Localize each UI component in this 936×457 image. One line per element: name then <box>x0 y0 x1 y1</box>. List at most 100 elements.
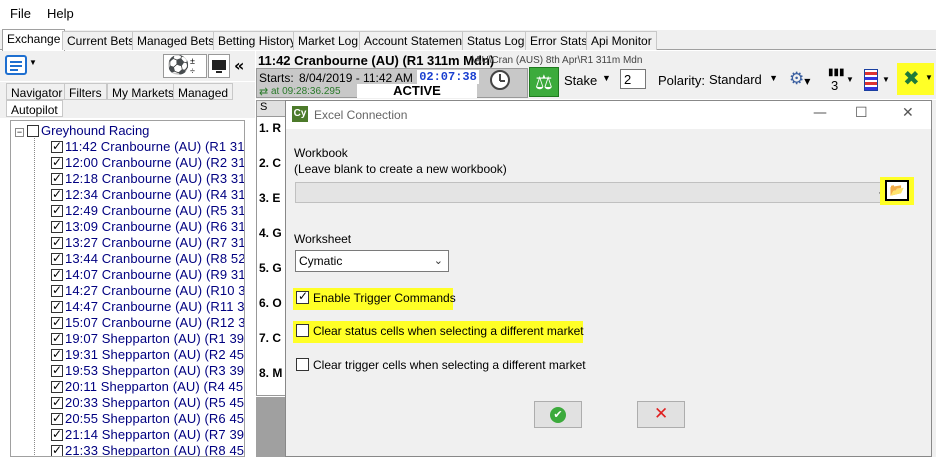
tree-item[interactable]: 20:33 Shepparton (AU) (R5 45 <box>51 395 244 411</box>
checkbox[interactable] <box>51 363 63 377</box>
checkbox[interactable] <box>51 427 63 441</box>
runner-row[interactable]: 1. R <box>259 121 281 135</box>
stake-label[interactable]: Stake <box>564 73 597 88</box>
checkbox[interactable] <box>51 395 63 409</box>
checkbox[interactable] <box>51 379 63 393</box>
soccer-icon[interactable]: ⚽ ± ÷ <box>163 54 207 78</box>
clear-trigger-cells-option[interactable]: Clear trigger cells when selecting a dif… <box>293 355 586 377</box>
subtab-managed[interactable]: Managed <box>173 83 234 100</box>
collapse-panel-icon[interactable]: « <box>234 56 244 75</box>
checkbox[interactable] <box>51 411 63 425</box>
tab-error-stats[interactable]: Error Stats <box>525 31 593 50</box>
ladder-depth-button[interactable]: ▮▮▮ 3 ▼ <box>826 67 854 95</box>
tree-item[interactable]: 13:27 Cranbourne (AU) (R7 31 <box>51 235 244 251</box>
checkbox[interactable] <box>51 315 63 329</box>
scales-icon[interactable]: ⚖ <box>529 67 559 97</box>
refresh-icon[interactable]: ⇄ <box>259 85 268 98</box>
checkbox[interactable] <box>51 139 63 153</box>
checkbox[interactable] <box>51 203 63 217</box>
polarity-select[interactable]: Standard ▼ <box>706 69 782 91</box>
tab-status-log[interactable]: Status Log <box>462 31 530 50</box>
tree-item[interactable]: 19:31 Shepparton (AU) (R2 45 <box>51 347 244 363</box>
gear-icon[interactable]: ⚙▼ <box>789 69 819 91</box>
ladder-grid-icon[interactable]: ▼ <box>862 67 892 95</box>
browse-button[interactable]: 📂 <box>880 177 914 205</box>
minimize-icon[interactable]: — <box>813 105 827 121</box>
subtab-navigator[interactable]: Navigator <box>6 83 68 100</box>
checkbox[interactable] <box>27 125 39 137</box>
tree-item[interactable]: 12:49 Cranbourne (AU) (R5 31 <box>51 203 244 219</box>
tree-item[interactable]: 12:18 Cranbourne (AU) (R3 31 <box>51 171 244 187</box>
checkbox[interactable] <box>51 283 63 297</box>
tree-item[interactable]: 21:14 Shepparton (AU) (R7 39 <box>51 427 244 443</box>
menu-help[interactable]: Help <box>47 6 74 21</box>
workbook-combo[interactable]: ⌄ <box>295 182 891 203</box>
clear-trigger-cells-checkbox[interactable] <box>296 358 309 371</box>
tab-api-monitor[interactable]: Api Monitor <box>586 31 657 50</box>
runner-row[interactable]: 7. C <box>259 331 281 345</box>
tab-managed-bets[interactable]: Managed Bets <box>132 31 220 50</box>
tab-betting-history[interactable]: Betting History <box>213 31 302 50</box>
tab-market-log[interactable]: Market Log <box>293 31 364 50</box>
clock-icon[interactable] <box>490 70 510 90</box>
app-icon: Cy <box>292 106 308 122</box>
tree-item[interactable]: 21:33 Shepparton (AU) (R8 45 <box>51 443 244 456</box>
tab-exchange[interactable]: Exchange <box>2 29 66 51</box>
dropdown-arrow-icon: ▼ <box>925 73 933 82</box>
tree-item[interactable]: 14:27 Cranbourne (AU) (R10 3 <box>51 283 244 299</box>
excel-button[interactable]: ✖ ▼ <box>897 63 934 95</box>
menu-file[interactable]: File <box>10 6 31 21</box>
checkbox[interactable] <box>51 171 63 185</box>
dialog-titlebar[interactable]: Cy Excel Connection — ☐ ✕ <box>286 101 931 129</box>
checkbox[interactable] <box>51 251 63 265</box>
tree-item[interactable]: 14:07 Cranbourne (AU) (R9 31 <box>51 267 244 283</box>
tree-item[interactable]: 12:00 Cranbourne (AU) (R2 31 <box>51 155 244 171</box>
stake-input[interactable]: 2 <box>620 69 646 89</box>
runner-row[interactable]: 5. G <box>259 261 282 275</box>
tree-item[interactable]: 12:34 Cranbourne (AU) (R4 31 <box>51 187 244 203</box>
tree-item[interactable]: 20:11 Shepparton (AU) (R4 45 <box>51 379 243 395</box>
subtab-autopilot[interactable]: Autopilot <box>6 100 63 117</box>
ok-button[interactable]: ✔ <box>534 401 582 428</box>
runner-row[interactable]: 6. O <box>259 296 282 310</box>
runner-row[interactable]: 4. G <box>259 226 282 240</box>
tab-account-statement[interactable]: Account Statement <box>359 31 471 50</box>
tree-root[interactable]: − Greyhound Racing <box>15 123 149 139</box>
checkbox[interactable] <box>51 331 63 345</box>
enable-trigger-commands-checkbox[interactable] <box>296 289 309 304</box>
runner-row[interactable]: 2. C <box>259 156 281 170</box>
checkbox[interactable] <box>51 347 63 361</box>
collapse-icon[interactable]: − <box>15 128 24 137</box>
subtab-filters[interactable]: Filters <box>64 83 107 100</box>
tab-current-bets[interactable]: Current Bets <box>62 31 140 50</box>
maximize-icon[interactable]: ☐ <box>855 105 868 121</box>
checkbox[interactable] <box>51 155 63 169</box>
runner-row[interactable]: 3. E <box>259 191 280 205</box>
checkbox[interactable] <box>51 299 63 313</box>
stake-dropdown-icon[interactable]: ▼ <box>602 73 611 83</box>
tree-item[interactable]: 14:47 Cranbourne (AU) (R11 3 <box>51 299 244 315</box>
dropdown-arrow-icon[interactable]: ▼ <box>29 58 37 67</box>
close-icon[interactable]: ✕ <box>902 105 914 121</box>
monitor-icon[interactable] <box>208 54 230 78</box>
cancel-button[interactable]: ✕ <box>637 401 685 428</box>
tree-item[interactable]: 19:53 Shepparton (AU) (R3 39 <box>51 363 244 379</box>
tree-item[interactable]: 19:07 Shepparton (AU) (R1 39 <box>51 331 244 347</box>
checkbox[interactable] <box>51 443 63 456</box>
tree-item[interactable]: 15:07 Cranbourne (AU) (R12 3 <box>51 315 244 331</box>
clear-status-cells-option[interactable]: Clear status cells when selecting a diff… <box>293 321 584 343</box>
checkbox[interactable] <box>51 187 63 201</box>
subtab-my-markets[interactable]: My Markets <box>107 83 180 100</box>
worksheet-select[interactable]: Cymatic ⌄ <box>295 250 449 272</box>
tree-item[interactable]: 13:44 Cranbourne (AU) (R8 52 <box>51 251 244 267</box>
runner-row[interactable]: 8. M <box>259 366 282 380</box>
tree-item[interactable]: 13:09 Cranbourne (AU) (R6 31 <box>51 219 244 235</box>
checkbox[interactable] <box>51 267 63 281</box>
tree-item[interactable]: 11:42 Cranbourne (AU) (R1 31 <box>51 139 244 155</box>
clear-status-cells-checkbox[interactable] <box>296 324 309 337</box>
list-menu-icon[interactable] <box>5 55 27 75</box>
checkbox[interactable] <box>51 235 63 249</box>
tree-item[interactable]: 20:55 Shepparton (AU) (R6 45 <box>51 411 244 427</box>
checkbox[interactable] <box>51 219 63 233</box>
enable-trigger-commands-option[interactable]: Enable Trigger Commands <box>293 288 456 310</box>
